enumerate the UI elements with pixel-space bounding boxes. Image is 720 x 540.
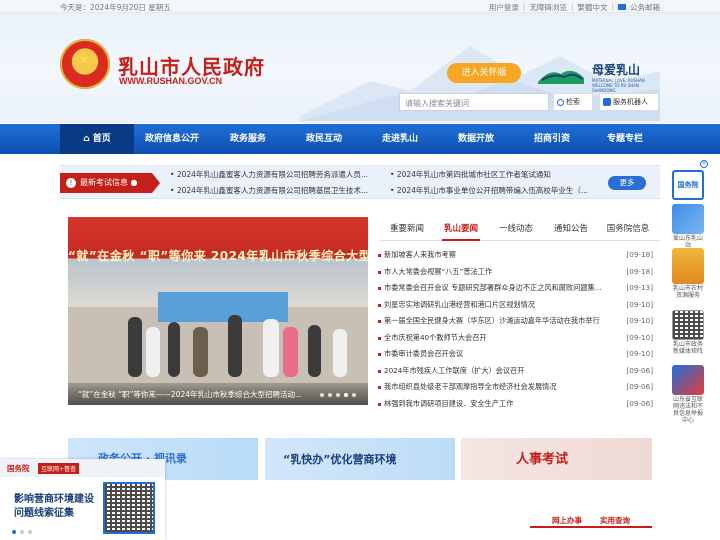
tab-frontline[interactable]: 一线动态 [488,217,544,240]
home-icon: ⌂ [83,134,93,144]
sidebar-item-aishandong[interactable]: 爱山东乳山站 [672,204,704,249]
tab-practical-query[interactable]: 实用查询 [600,515,630,526]
robot-icon [603,98,611,106]
news-item[interactable]: 市委审计委员会召开会议 [09-10] [378,347,653,364]
national-emblem: ★ [60,39,110,89]
banner-rukuaiban[interactable]: “乳快办”优化营商环境 [265,438,455,480]
float-gwy-label: 国务院 [7,464,30,473]
megaphone-icon: ! [66,178,76,188]
nav-item-investment[interactable]: 招商引资 [514,124,590,154]
nav-item-about-rushan[interactable]: 走进乳山 [362,124,438,154]
nav-item-home[interactable]: ⌂ 首页 [60,124,134,154]
brand-logo-icon [538,70,584,84]
news-tabs: 重要新闻 乳山要闻 一线动态 通知公告 国务院信息 [380,217,660,241]
main-nav: ⌂ 首页 政府信息公开 政务服务 政民互动 走进乳山 数据开放 招商引资 专题专… [0,124,720,154]
sidebar-item-report-center[interactable]: 山东省互联网违法和不良信息举报中心 [672,365,704,424]
brand-subtitle: MATERNAL LOVE, RUSHAN WELCOME TO RU SHAN… [592,78,645,93]
qr-code-icon [103,482,155,534]
news-item[interactable]: 2024年市残疾人工作联席（扩大）会议召开 [09-06] [378,364,653,381]
tab-notices[interactable]: 通知公告 [544,217,598,240]
exam-item[interactable]: • 2024年乳山市第四批城市社区工作者笔试通知 [390,169,600,180]
carousel-dot[interactable] [352,393,356,397]
news-item[interactable]: 第一届全国全民健身大赛（华东区）沙滩运动嘉年华活动在我市举行 [09-10] [378,314,653,331]
carousel-dot[interactable] [328,393,332,397]
exam-item[interactable]: • 2024年乳山市事业单位公开招聘带编入伍高校毕业生（... [390,185,600,196]
news-list: 新加坡客人来我市考察 [09-18] 市人大常委会视察“八五”普法工作 [09-18… [378,248,653,413]
news-item[interactable]: 市委常委会召开会议 专题研究部署群众身边不正之风和腐败问题集... [09-13] [378,281,653,298]
login-link[interactable]: 用户登录 [489,2,519,13]
search-icon [557,98,564,106]
search-button-label: 检索 [566,98,580,106]
news-item[interactable]: 林强到我市调研项目建设、安全生产工作 [09-06] [378,397,653,414]
tab-important-news[interactable]: 重要新闻 [380,217,434,240]
exam-item[interactable]: • 2024年乳山鑫蜜客人力资源有限公司招聘基层卫生技术... [170,185,380,196]
carousel-dot[interactable] [320,393,324,397]
robot-button-label: 服务机器人 [613,98,648,106]
float-tag: 互联网+督查 [38,463,80,474]
sidebar-item-media-matrix[interactable]: 乳山市政务新媒体矩阵 [672,310,704,355]
site-url: WWW.RUSHAN.GOV.CN [119,76,223,86]
current-date: 今天是：2024年9月20日 星期五 [60,3,171,12]
nav-item-info-disclosure[interactable]: 政府信息公开 [134,124,210,154]
sidebar-item-rural-resources[interactable]: 乳山市农村资源服务 [672,248,704,299]
news-item[interactable]: 刘星忠实地调研乳山港经营和港口片区规划情况 [09-10] [378,298,653,315]
traditional-chinese-link[interactable]: 繁體中文 [577,2,607,13]
carousel-dot-active[interactable] [344,393,348,397]
city-brand: 母爱乳山 MATERNAL LOVE, RUSHAN WELCOME TO RU… [538,61,660,93]
care-mode-button[interactable]: 进入关怀版 [447,63,521,83]
search-input[interactable]: 请输入搜索关键词 [399,93,549,111]
mail-icon [618,4,626,10]
sidebar-item-state-council[interactable]: 国务院 [672,170,704,200]
nav-item-special-topics[interactable]: 专题专栏 [590,124,660,154]
carousel-photo [68,292,368,387]
tab-online-services[interactable]: 网上办事 [552,515,582,526]
news-item[interactable]: 市人大常委会视察“八五”普法工作 [09-18] [378,265,653,282]
exam-info-bar: ! 最新考试信息 ● • 2024年乳山鑫蜜客人力资源有限公司招聘劳务派遣人员.… [60,165,660,199]
close-icon[interactable]: × [700,160,708,168]
float-line-1: 影响营商环境建设 [14,494,94,505]
float-dots [12,530,32,534]
exam-item[interactable]: • 2024年乳山鑫蜜客人力资源有限公司招聘劳务派遣人员... [170,169,380,180]
carousel-dots [320,393,356,397]
banner-personnel-exam[interactable]: 人事考试 [461,438,652,480]
search-button[interactable]: 检索 [553,93,593,111]
nav-item-interaction[interactable]: 政民互动 [286,124,362,154]
search-placeholder: 请输入搜索关键词 [405,99,469,108]
news-item[interactable]: 全市庆祝第40个教师节大会召开 [09-10] [378,331,653,348]
top-bar: 今天是：2024年9月20日 星期五 用户登录 | 无障碍浏览 | 繁體中文 | 公务… [0,0,720,13]
tab-rushan-news[interactable]: 乳山要闻 [434,217,488,241]
official-mail-link[interactable]: 公务邮箱 [630,2,660,13]
carousel-caption: “就”在金秋 “职”等你来——2024年乳山市秋季综合大型招聘活动... [78,390,303,399]
float-line-2: 问题线索征集 [14,508,74,519]
news-item[interactable]: 我市组织县处级老干部观摩指导全市经济社会发展情况 [09-06] [378,380,653,397]
header: ★ 乳山市人民政府 WWW.RUSHAN.GOV.CN 进入关怀版 母爱乳山 M… [0,13,720,123]
top-links: 用户登录 | 无障碍浏览 | 繁體中文 | 公务邮箱 [488,2,660,13]
carousel-dot[interactable] [336,393,340,397]
service-robot-button[interactable]: 服务机器人 [599,93,659,111]
brand-title: 母爱乳山 [592,63,641,77]
carousel-banner-text: “就”在金秋 “职”等你来 2024年乳山市秋季综合大型招聘会 [68,249,368,263]
accessibility-link[interactable]: 无障碍浏览 [529,2,567,13]
news-carousel[interactable]: “就”在金秋 “职”等你来 2024年乳山市秋季综合大型招聘会 “就”在金秋 “… [68,217,368,405]
exam-label: ! 最新考试信息 ● [60,173,160,193]
news-item[interactable]: 新加坡客人来我市考察 [09-18] [378,248,653,265]
tab-state-council[interactable]: 国务院信息 [598,217,658,240]
nav-item-open-data[interactable]: 数据开放 [438,124,514,154]
supervision-float-panel[interactable]: 国务院 互联网+督查 影响营商环境建设 问题线索征集 [0,459,165,540]
bottom-tab-bar: 网上办事 实用查询 [530,514,652,528]
nav-item-gov-services[interactable]: 政务服务 [210,124,286,154]
exam-more-button[interactable]: 更多 [608,176,646,190]
